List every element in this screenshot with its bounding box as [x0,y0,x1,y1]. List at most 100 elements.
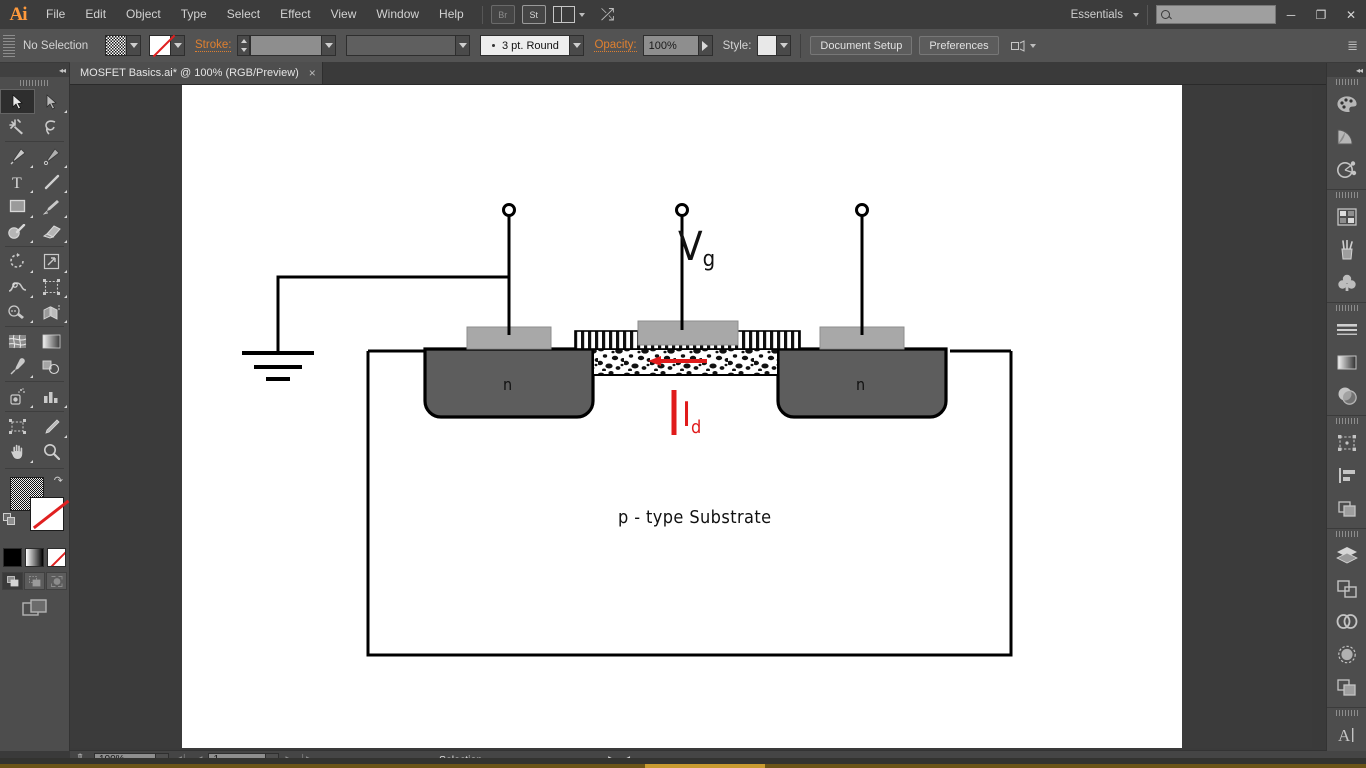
workspace-chevron-icon[interactable] [1133,12,1139,17]
opacity-label[interactable]: Opacity: [594,39,637,52]
expand-panels-button[interactable]: ◂◂ [1327,63,1366,77]
workspace-switcher[interactable]: Essentials [1065,9,1129,21]
swatches-panel-icon[interactable] [1327,200,1366,233]
menu-effect[interactable]: Effect [270,0,320,29]
dock-group-grip[interactable] [1327,529,1366,539]
free-transform-tool[interactable] [35,274,70,299]
graphic-style-dropdown[interactable] [777,35,792,56]
align-panel-icon[interactable] [1327,459,1366,492]
search-input[interactable] [1156,5,1276,24]
stroke-profile-control[interactable] [346,35,471,56]
preferences-button[interactable]: Preferences [919,36,999,55]
collapse-panel-icon[interactable]: ◂◂ [59,66,66,75]
menu-window[interactable]: Window [366,0,429,29]
stroke-swatch[interactable] [149,35,171,56]
dock-group-grip[interactable] [1327,190,1366,200]
fill-swatch[interactable] [105,35,127,56]
opacity-input[interactable]: 100% [642,35,699,56]
pathfinder-panel-icon[interactable] [1327,492,1366,525]
direct-selection-tool[interactable] [35,89,70,114]
menu-select[interactable]: Select [217,0,270,29]
blend-tool[interactable] [35,354,70,379]
gate-contact[interactable] [637,320,739,346]
artboards-panel-icon[interactable] [1327,572,1366,605]
dock-group-grip[interactable] [1327,416,1366,426]
brush-definition-control[interactable]: 3 pt. Round [480,35,585,56]
artboard-tool[interactable] [0,414,35,439]
magic-wand-tool[interactable] [0,114,35,139]
scale-tool[interactable] [35,249,70,274]
shape-builder-tool[interactable] [0,299,35,324]
graphic-style-control[interactable] [757,35,792,56]
curvature-tool[interactable] [35,144,70,169]
symbol-sprayer-tool[interactable] [0,384,35,409]
cloud-sync-icon[interactable]: ⤮ [601,5,615,25]
swap-fill-stroke-icon[interactable]: ↷ [54,474,63,487]
arrange-documents-button[interactable] [552,6,585,23]
stroke-weight-dropdown[interactable] [322,35,337,56]
rectangle-tool[interactable] [0,194,35,219]
eraser-tool[interactable] [35,219,70,244]
menu-type[interactable]: Type [171,0,217,29]
pen-tool[interactable] [0,144,35,169]
dock-group-grip[interactable] [1327,708,1366,718]
symbols-panel-icon[interactable] [1327,266,1366,299]
stroke-color-swatch[interactable] [30,497,64,531]
stroke-profile-input[interactable] [346,35,457,56]
paintbrush-tool[interactable] [35,194,70,219]
brush-definition-dropdown[interactable] [570,35,585,56]
menu-edit[interactable]: Edit [75,0,116,29]
brushes-panel-icon[interactable] [1327,233,1366,266]
draw-normal-icon[interactable] [2,572,23,590]
transform-panel-icon[interactable] [1327,426,1366,459]
restore-button[interactable]: ❐ [1306,0,1336,29]
color-guide-icon[interactable] [1327,120,1366,153]
minimize-button[interactable]: ─ [1276,0,1306,29]
layers-panel-icon[interactable] [1327,539,1366,572]
dock-group-grip[interactable] [1327,77,1366,87]
draw-behind-icon[interactable] [24,572,45,590]
menu-file[interactable]: File [36,0,75,29]
menu-help[interactable]: Help [429,0,474,29]
none-button[interactable] [47,548,66,567]
stroke-weight-input[interactable] [250,35,323,56]
drain-terminal[interactable] [855,203,869,336]
fill-dropdown[interactable] [127,35,141,56]
menu-view[interactable]: View [321,0,367,29]
stroke-color-control[interactable] [149,35,185,56]
gradient-panel-icon[interactable] [1327,346,1366,379]
select-similar-control[interactable] [1010,39,1036,53]
transparency-panel-icon[interactable] [1327,379,1366,412]
appearance-panel-icon[interactable] [1327,638,1366,671]
fill-color-control[interactable] [105,35,141,56]
canvas-area[interactable]: Vg Id n n p - type Substrate [70,85,1312,748]
links-panel-icon[interactable] [1327,605,1366,638]
perspective-grid-tool[interactable] [35,299,70,324]
document-tab[interactable]: MOSFET Basics.ai* @ 100% (RGB/Preview) × [70,62,323,84]
opacity-control[interactable]: 100% [642,35,713,56]
eyedropper-tool[interactable] [0,354,35,379]
control-bar-grip[interactable] [3,34,15,57]
shaper-tool[interactable] [0,219,35,244]
column-graph-tool[interactable] [35,384,70,409]
graphic-style-swatch[interactable] [757,35,778,56]
dock-group-grip[interactable] [1327,303,1366,313]
graphic-styles-icon[interactable] [1327,671,1366,704]
opacity-flyout[interactable] [698,35,713,56]
rotate-tool[interactable] [0,249,35,274]
stroke-weight-stepper[interactable] [237,35,251,56]
brush-definition-value[interactable]: 3 pt. Round [480,35,571,56]
slice-tool[interactable] [35,414,70,439]
stroke-panel-icon[interactable] [1327,313,1366,346]
color-panel-icon[interactable] [1327,87,1366,120]
character-panel-icon[interactable]: A [1327,718,1366,751]
lasso-tool[interactable] [35,114,70,139]
width-tool[interactable] [0,274,35,299]
edit-colors-icon[interactable] [1327,153,1366,186]
screen-mode-button[interactable] [0,598,69,618]
zoom-tool[interactable] [35,439,70,464]
chevron-down-icon[interactable] [1029,43,1036,48]
menu-object[interactable]: Object [116,0,171,29]
artboard[interactable]: Vg Id n n p - type Substrate [182,85,1182,748]
gradient-button[interactable] [25,548,44,567]
